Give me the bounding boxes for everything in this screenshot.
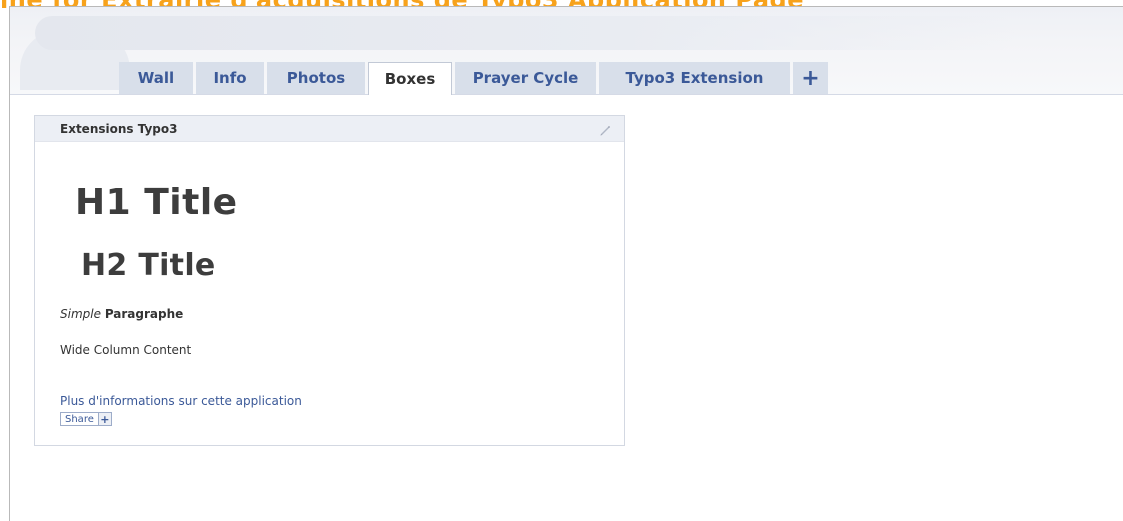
- paragraph-bold-text: Paragraphe: [104, 307, 184, 321]
- extension-box: Extensions Typo3 H1 Title H2 Title Simpl…: [34, 115, 625, 446]
- add-tab-button[interactable]: +: [793, 62, 828, 94]
- share-plus-icon: +: [97, 413, 111, 426]
- box-header: Extensions Typo3: [35, 116, 624, 142]
- tab-boxes[interactable]: Boxes: [368, 62, 452, 95]
- wide-column-content: Wide Column Content: [60, 343, 192, 357]
- simple-paragraph: Simple Paragraphe: [60, 307, 183, 321]
- pencil-icon[interactable]: [598, 122, 612, 136]
- box-title: Extensions Typo3: [60, 121, 178, 136]
- tab-info[interactable]: Info: [196, 62, 264, 94]
- tab-typo3-extension[interactable]: Typo3 Extension: [599, 62, 790, 94]
- profile-tabs: Wall Info Photos Boxes Prayer Cycle Typo…: [119, 62, 831, 95]
- paragraph-italic-text: Simple: [60, 307, 101, 321]
- tab-photos[interactable]: Photos: [267, 62, 365, 94]
- h2-title: H2 Title: [81, 248, 216, 283]
- share-button[interactable]: Share +: [60, 412, 112, 426]
- tab-prayer-cycle[interactable]: Prayer Cycle: [455, 62, 596, 94]
- tab-wall[interactable]: Wall: [119, 62, 193, 94]
- more-info-link[interactable]: Plus d'informations sur cette applicatio…: [60, 394, 302, 408]
- share-label: Share: [61, 413, 98, 425]
- header-decoration-bar: [35, 16, 1015, 50]
- h1-title: H1 Title: [75, 182, 238, 223]
